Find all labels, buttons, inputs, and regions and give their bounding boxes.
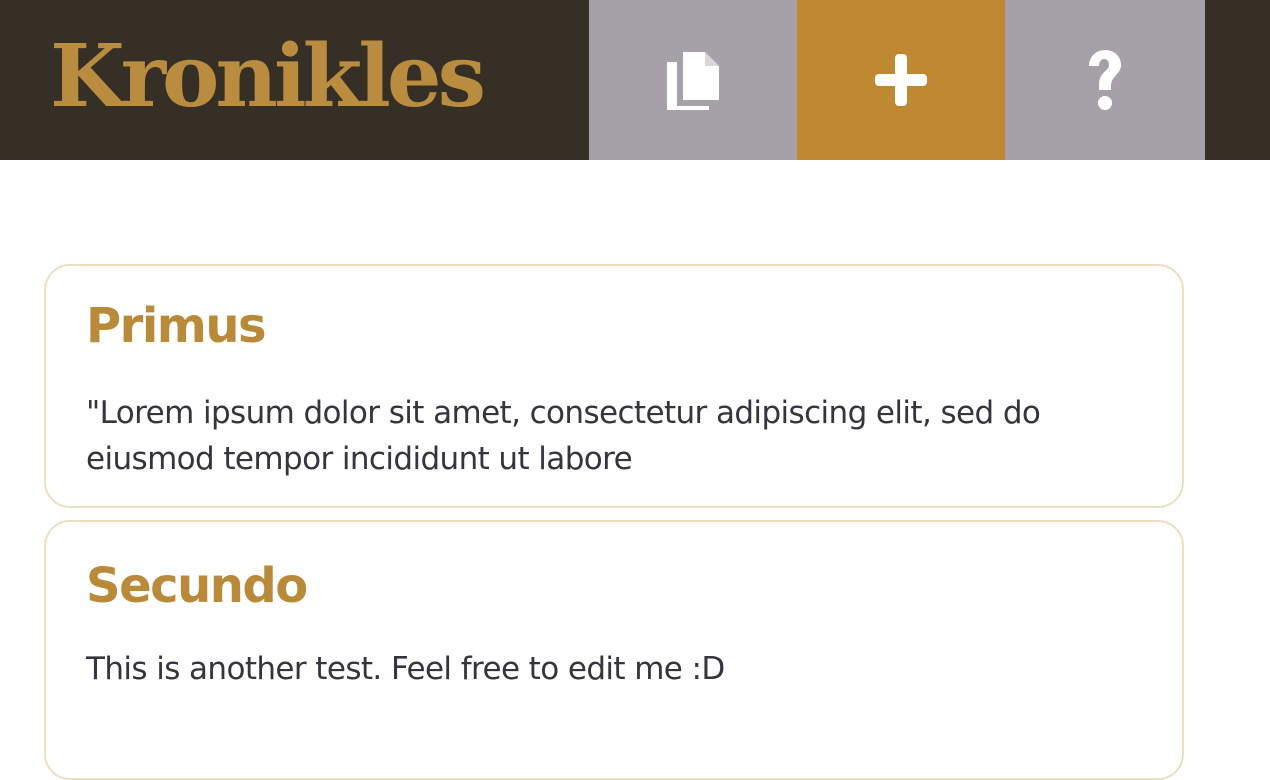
- note-card[interactable]: Primus "Lorem ipsum dolor sit amet, cons…: [44, 264, 1184, 508]
- app-logo[interactable]: Kronikles: [50, 22, 486, 132]
- notes-list-button[interactable]: [589, 0, 797, 160]
- add-note-button[interactable]: [797, 0, 1005, 160]
- question-mark-icon: [1083, 48, 1127, 112]
- plus-icon: [873, 52, 929, 108]
- copy-documents-icon: [665, 48, 721, 112]
- note-card[interactable]: Secundo This is another test. Feel free …: [44, 520, 1184, 780]
- app-header: Kronikles: [0, 0, 1270, 160]
- help-button[interactable]: [1005, 0, 1205, 160]
- note-title: Secundo: [86, 558, 308, 614]
- note-body: This is another test. Feel free to edit …: [86, 651, 725, 687]
- note-body: "Lorem ipsum dolor sit amet, consectetur…: [86, 395, 1041, 477]
- note-title: Primus: [86, 298, 267, 354]
